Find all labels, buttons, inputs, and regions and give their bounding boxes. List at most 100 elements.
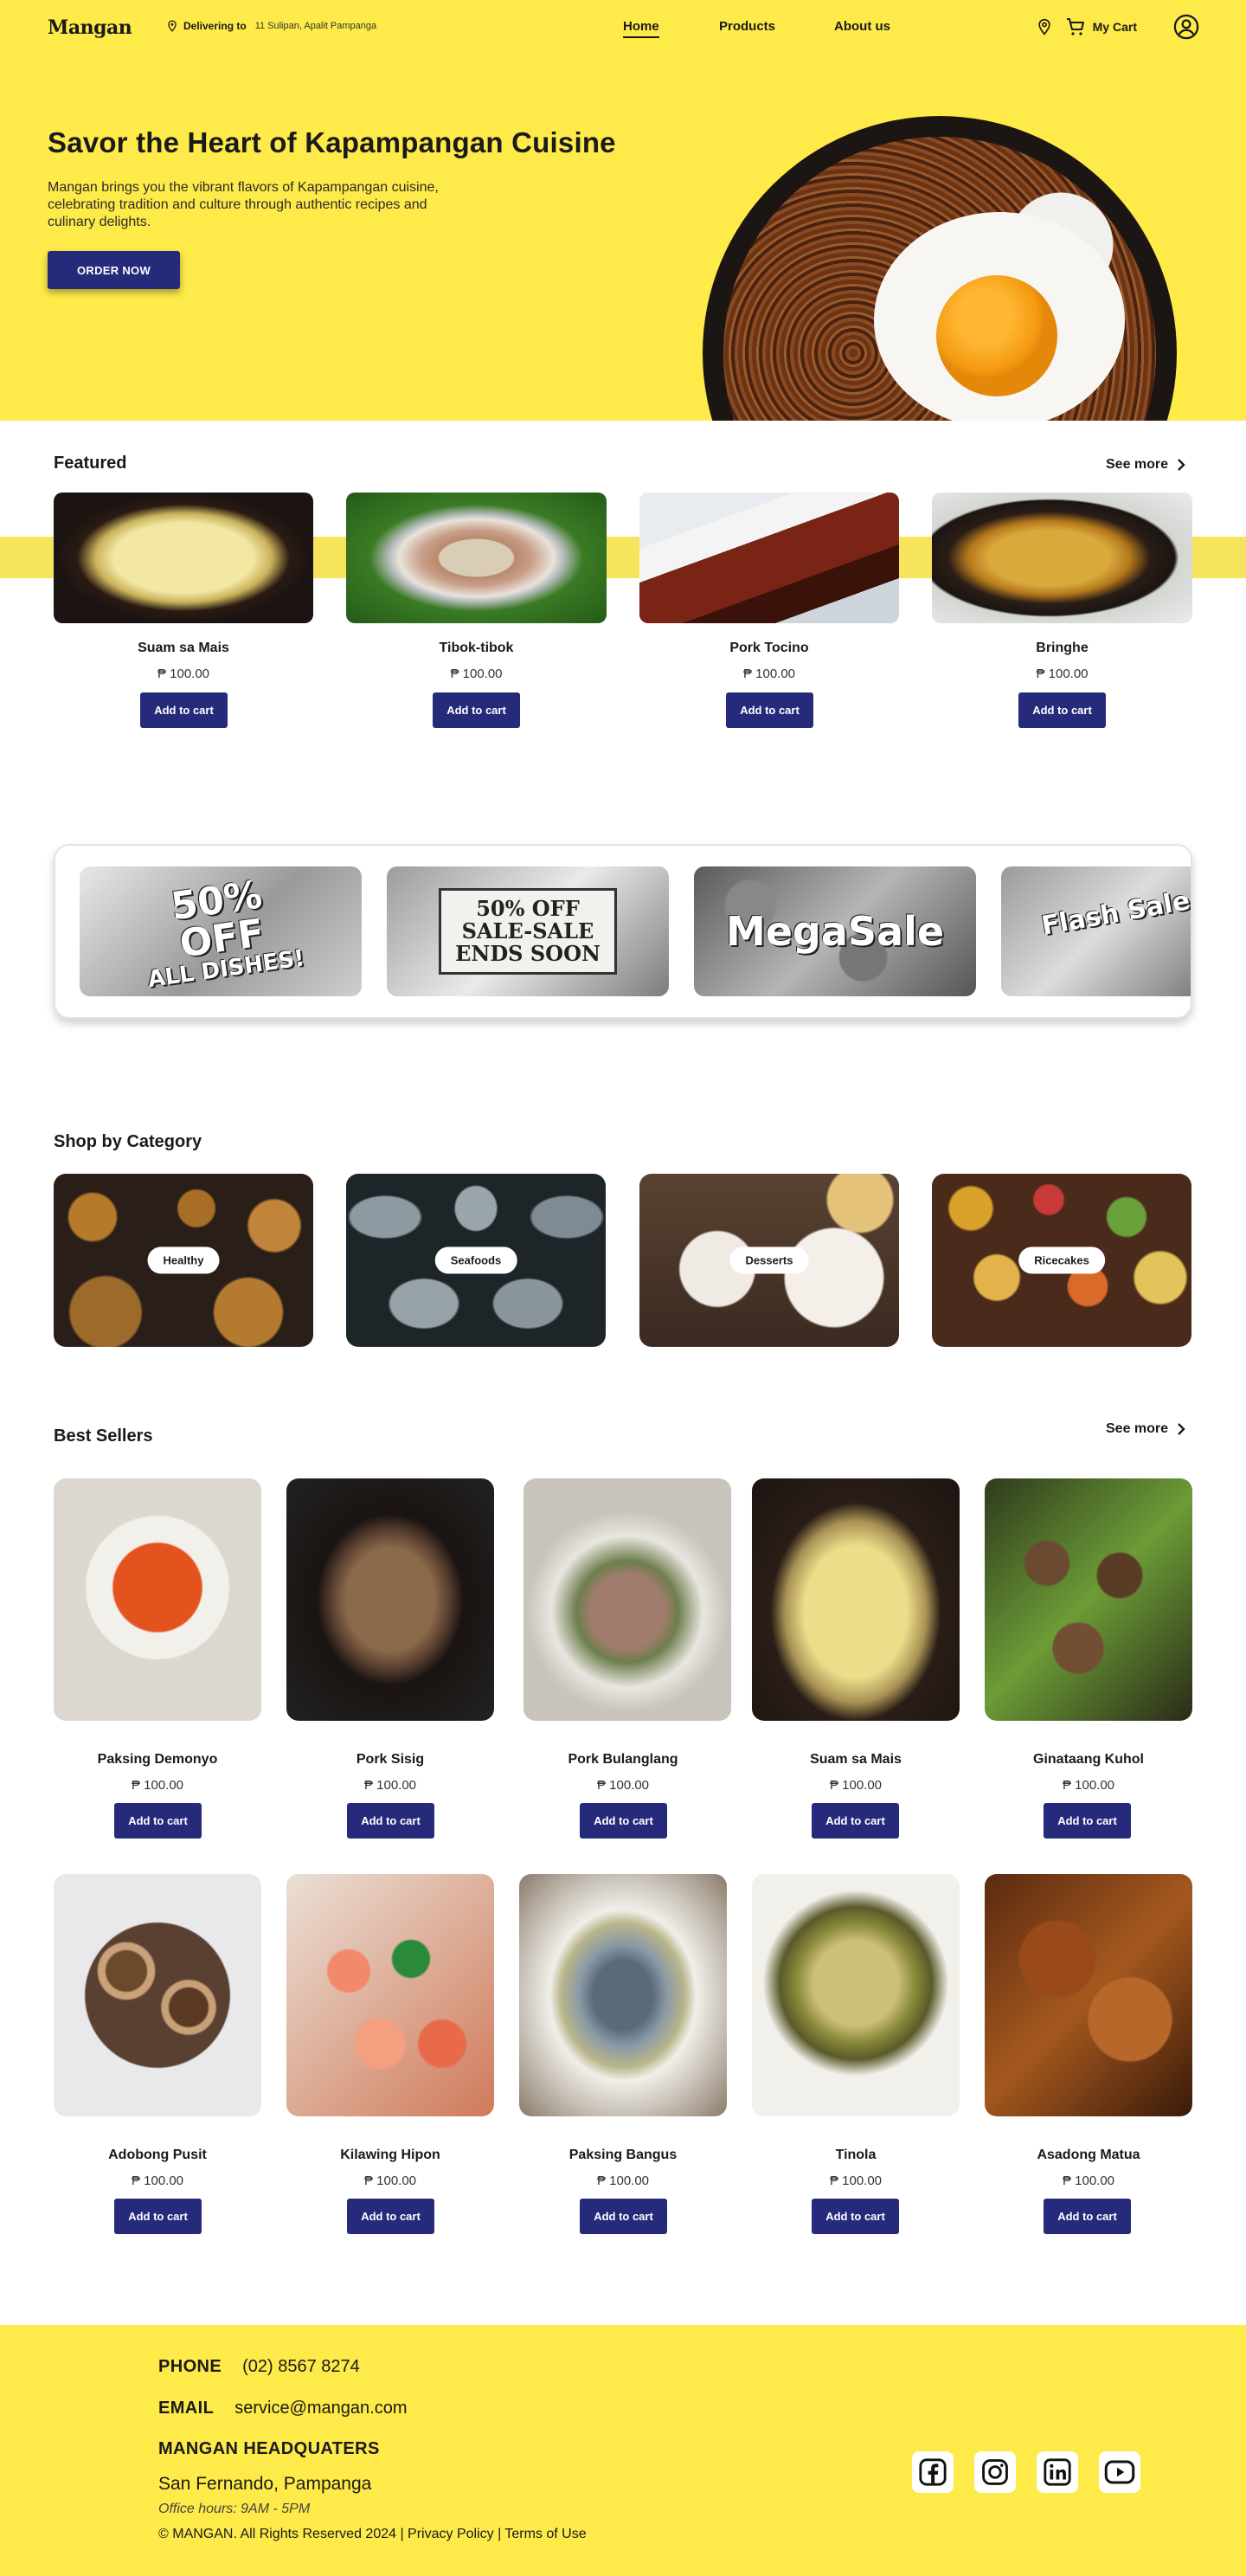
promo-banner-megasale[interactable]: MegaSale <box>694 866 976 996</box>
product-price: ₱ 100.00 <box>742 667 796 681</box>
logo[interactable]: Mangan <box>48 16 132 39</box>
product-price: ₱ 100.00 <box>363 1778 417 1793</box>
chevron-right-icon <box>1178 459 1185 471</box>
youtube-icon <box>1104 2460 1135 2484</box>
footer-email: EMAIL service@mangan.com <box>158 2399 408 2418</box>
product-name: Kilawing Hipon <box>340 2148 440 2162</box>
facebook-link[interactable] <box>912 2451 954 2493</box>
add-to-cart-button[interactable]: Add to cart <box>1044 2199 1131 2234</box>
category-healthy[interactable]: Healthy <box>54 1174 313 1347</box>
user-icon[interactable] <box>1173 14 1199 40</box>
category-desserts[interactable]: Desserts <box>639 1174 899 1347</box>
promo-sign: 50% OFF SALE-SALE ENDS SOON <box>439 888 617 975</box>
product-image-paksing-demonyo[interactable] <box>54 1478 261 1721</box>
add-to-cart-button[interactable]: Add to cart <box>580 2199 667 2234</box>
product-name: Paksing Demonyo <box>97 1752 218 1767</box>
product-image-ginataang-kuhol[interactable] <box>985 1478 1192 1721</box>
promo-banner-50-off-all-dishes[interactable]: 50% OFF ALL DISHES! <box>80 866 362 996</box>
social-links <box>912 2451 1140 2493</box>
promo-carousel[interactable]: 50% OFF ALL DISHES! 50% OFF SALE-SALE EN… <box>54 844 1192 1019</box>
nav-products[interactable]: Products <box>719 19 775 34</box>
best-sellers-see-more[interactable]: See more <box>1106 1421 1185 1437</box>
product-image-adobong-pusit[interactable] <box>54 1874 261 2116</box>
email-value[interactable]: service@mangan.com <box>234 2399 407 2418</box>
product-name: Pork Tocino <box>729 641 809 655</box>
add-to-cart-button[interactable]: Add to cart <box>812 2199 899 2234</box>
delivery-location[interactable]: Delivering to 11 Sulipan, Apalit Pampang… <box>166 20 376 32</box>
delivering-address: 11 Sulipan, Apalit Pampanga <box>254 21 377 31</box>
category-seafoods[interactable]: Seafoods <box>346 1174 606 1347</box>
featured-see-more[interactable]: See more <box>1106 457 1185 473</box>
add-to-cart-button[interactable]: Add to cart <box>580 1803 667 1839</box>
promo-banner-flash-sale[interactable]: Flash Sale <box>1001 866 1192 996</box>
product-image-kilawing-hipon[interactable] <box>286 1874 494 2116</box>
promo-text: 50% OFF ALL DISHES! <box>136 872 306 993</box>
product-image-pork-tocino[interactable] <box>639 493 899 623</box>
product-image-asadong-matua[interactable] <box>985 1874 1192 2116</box>
category-label: Ricecakes <box>1018 1246 1105 1274</box>
product-price: ₱ 100.00 <box>829 2174 883 2188</box>
product-image-suam-sa-mais[interactable] <box>752 1478 960 1721</box>
product-price: ₱ 100.00 <box>363 2174 417 2188</box>
instagram-icon <box>982 2459 1008 2485</box>
hero-section: Mangan Delivering to 11 Sulipan, Apalit … <box>0 0 1246 421</box>
product-name: Bringhe <box>1036 641 1089 655</box>
product-image-paksing-bangus[interactable] <box>519 1874 727 2116</box>
linkedin-link[interactable] <box>1037 2451 1078 2493</box>
product-name: Suam sa Mais <box>810 1752 902 1767</box>
cart-label[interactable]: My Cart <box>1093 20 1137 34</box>
promo-line: ENDS SOON <box>455 941 601 966</box>
hero-egg-yolk <box>936 275 1057 396</box>
youtube-link[interactable] <box>1099 2451 1140 2493</box>
add-to-cart-button[interactable]: Add to cart <box>812 1803 899 1839</box>
see-more-label: See more <box>1106 1421 1169 1436</box>
nav-actions: My Cart <box>1036 14 1199 40</box>
product-name: Asadong Matua <box>1037 2148 1140 2162</box>
copyright[interactable]: © MANGAN. All Rights Reserved 2024 | Pri… <box>158 2527 587 2542</box>
product-image-tinola[interactable] <box>752 1874 960 2116</box>
category-label: Desserts <box>729 1246 809 1274</box>
location-pin-icon <box>168 20 177 32</box>
hq-address: San Fernando, Pampanga <box>158 2474 372 2494</box>
add-to-cart-button[interactable]: Add to cart <box>1044 1803 1131 1839</box>
product-name: Paksing Bangus <box>568 2148 678 2162</box>
add-to-cart-button[interactable]: Add to cart <box>114 1803 202 1839</box>
product-image-pork-sisig[interactable] <box>286 1478 494 1721</box>
nav-home[interactable]: Home <box>623 19 659 38</box>
add-to-cart-button[interactable]: Add to cart <box>433 692 520 728</box>
promo-line: SALE-SALE <box>461 918 594 943</box>
order-now-button[interactable]: ORDER NOW <box>48 251 180 289</box>
add-to-cart-button[interactable]: Add to cart <box>1018 692 1106 728</box>
hero-title: Savor the Heart of Kapampangan Cuisine <box>48 126 616 158</box>
product-image-tibok-tibok[interactable] <box>346 493 607 623</box>
product-price: ₱ 100.00 <box>1036 667 1089 681</box>
product-price: ₱ 100.00 <box>131 2174 184 2188</box>
cart-icon[interactable] <box>1065 16 1086 37</box>
product-image-pork-bulanglang[interactable] <box>523 1478 731 1721</box>
add-to-cart-button[interactable]: Add to cart <box>726 692 813 728</box>
add-to-cart-button[interactable]: Add to cart <box>140 692 228 728</box>
location-pin-icon[interactable] <box>1036 17 1053 36</box>
product-name: Tibok-tibok <box>439 641 514 655</box>
office-hours: Office hours: 9AM - 5PM <box>158 2502 311 2516</box>
hero-subtitle: Mangan brings you the vibrant flavors of… <box>48 180 439 229</box>
product-name: Pork Sisig <box>356 1752 425 1767</box>
product-price: ₱ 100.00 <box>131 1778 184 1793</box>
add-to-cart-button[interactable]: Add to cart <box>347 1803 434 1839</box>
promo-line: 50% OFF <box>476 896 580 921</box>
product-name: Tinola <box>835 2148 877 2162</box>
phone-value[interactable]: (02) 8567 8274 <box>242 2357 360 2377</box>
product-image-bringhe[interactable] <box>932 493 1192 623</box>
category-ricecakes[interactable]: Ricecakes <box>932 1174 1191 1347</box>
top-nav: Mangan Delivering to 11 Sulipan, Apalit … <box>0 0 1246 55</box>
promo-banner-sale-ends-soon[interactable]: 50% OFF SALE-SALE ENDS SOON <box>387 866 669 996</box>
instagram-link[interactable] <box>974 2451 1016 2493</box>
nav-about[interactable]: About us <box>834 19 890 34</box>
product-image-suam-sa-mais[interactable] <box>54 493 313 623</box>
delivering-label: Delivering to <box>183 20 247 32</box>
promo-line: Flash Sale <box>1039 886 1192 942</box>
product-name: Pork Bulanglang <box>568 1752 678 1767</box>
add-to-cart-button[interactable]: Add to cart <box>114 2199 202 2234</box>
add-to-cart-button[interactable]: Add to cart <box>347 2199 434 2234</box>
product-price: ₱ 100.00 <box>596 1778 650 1793</box>
